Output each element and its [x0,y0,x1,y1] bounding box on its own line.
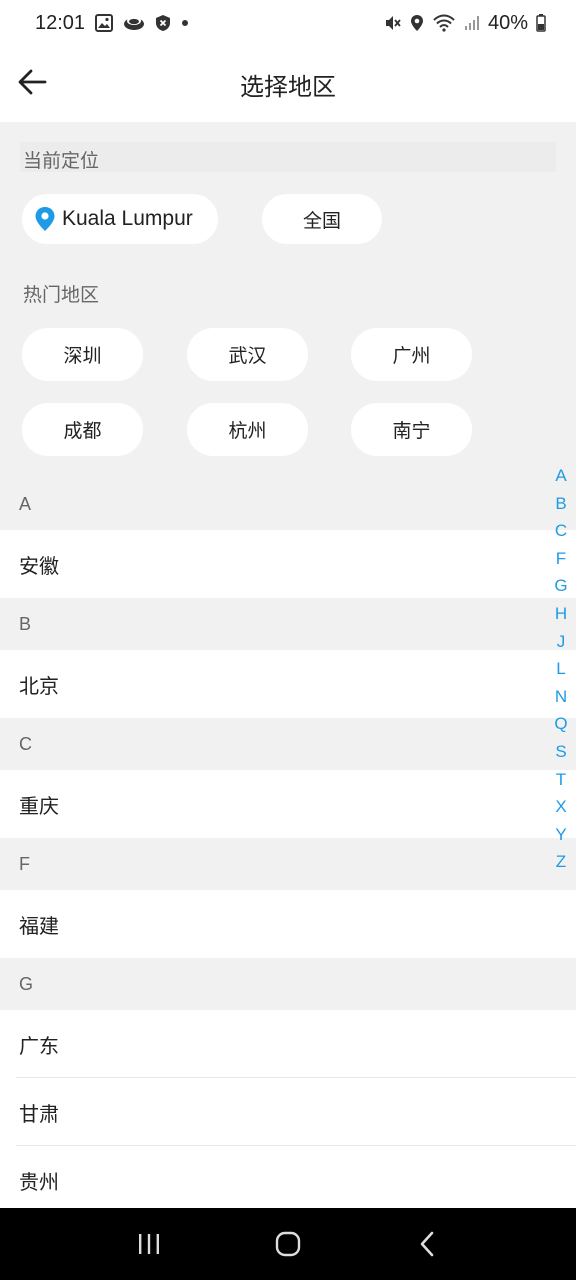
city-row[interactable]: 重庆 [0,770,576,838]
current-location-text: Kuala Lumpur [62,207,193,230]
back-arrow-icon [18,69,47,95]
alphabet-index[interactable]: A B C F G H J L N Q S T X Y Z [550,462,572,876]
header: 选择地区 [0,46,576,122]
hot-region-chip[interactable]: 杭州 [187,403,308,456]
chevron-left-icon [420,1231,433,1257]
signal-icon [464,15,480,31]
city-row[interactable]: 贵州 [0,1146,576,1214]
hot-regions-label: 热门地区 [23,284,100,306]
system-nav-bar [0,1208,576,1280]
group-header: C [0,718,576,770]
index-letter[interactable]: H [555,600,567,628]
cloud-icon [123,15,145,31]
hot-region-chip[interactable]: 深圳 [22,328,143,381]
group-header: A [0,478,576,530]
home-icon [275,1231,301,1257]
status-right: 40% [384,12,546,35]
shield-block-icon [155,14,171,32]
current-location-chip[interactable]: Kuala Lumpur [22,194,218,244]
index-letter[interactable]: Q [554,710,567,738]
status-bar: 12:01 40% [0,0,576,46]
screen: 12:01 40% 选择地区 当前定位 Kuala Lumpur 全国 热门地区… [0,0,576,1280]
city-row[interactable]: 北京 [0,650,576,718]
index-letter[interactable]: B [555,490,566,518]
city-row[interactable]: 甘肃 [0,1078,576,1146]
status-time: 12:01 [35,11,86,34]
index-letter[interactable]: X [555,793,566,821]
battery-percent: 40% [487,11,528,34]
home-button[interactable] [258,1214,318,1274]
index-letter[interactable]: G [554,572,567,600]
gallery-icon [95,14,114,32]
hot-region-chip[interactable]: 南宁 [351,403,472,456]
index-letter[interactable]: Y [555,821,566,849]
location-section: 当前定位 Kuala Lumpur 全国 热门地区 深圳 武汉 广州 成都 杭州… [0,122,576,478]
back-button[interactable] [10,60,54,104]
index-letter[interactable]: T [556,766,566,794]
recent-apps-icon [139,1234,160,1254]
group-header: F [0,838,576,890]
index-letter[interactable]: F [556,545,566,573]
hot-region-chip[interactable]: 成都 [22,403,143,456]
index-letter[interactable]: Z [556,848,566,876]
recent-apps-button[interactable] [119,1214,179,1274]
index-letter[interactable]: N [555,683,567,711]
nationwide-chip[interactable]: 全国 [262,194,382,244]
city-row[interactable]: 安徽 [0,530,576,598]
current-location-label: 当前定位 [23,150,100,172]
group-header: G [0,958,576,1010]
index-letter[interactable]: L [556,655,565,683]
hot-region-chip[interactable]: 广州 [351,328,472,381]
hot-region-chip[interactable]: 武汉 [187,328,308,381]
mute-icon [384,14,402,32]
location-status-icon [410,14,424,32]
status-left: 12:01 [35,12,189,35]
index-letter[interactable]: A [555,462,566,490]
city-row[interactable]: 福建 [0,890,576,958]
location-pin-icon [35,207,55,231]
battery-icon [536,14,546,32]
system-back-button[interactable] [397,1214,457,1274]
city-row[interactable]: 广东 [0,1010,576,1078]
dot-icon [181,19,189,27]
index-letter[interactable]: C [555,517,567,545]
index-letter[interactable]: J [557,628,566,656]
label-strip [20,142,556,172]
page-title: 选择地区 [240,72,336,101]
region-list: A 安徽 B 北京 C 重庆 F 福建 G 广东 甘肃 贵州 [0,478,576,1214]
group-header: B [0,598,576,650]
index-letter[interactable]: S [555,738,566,766]
wifi-icon [432,14,456,32]
